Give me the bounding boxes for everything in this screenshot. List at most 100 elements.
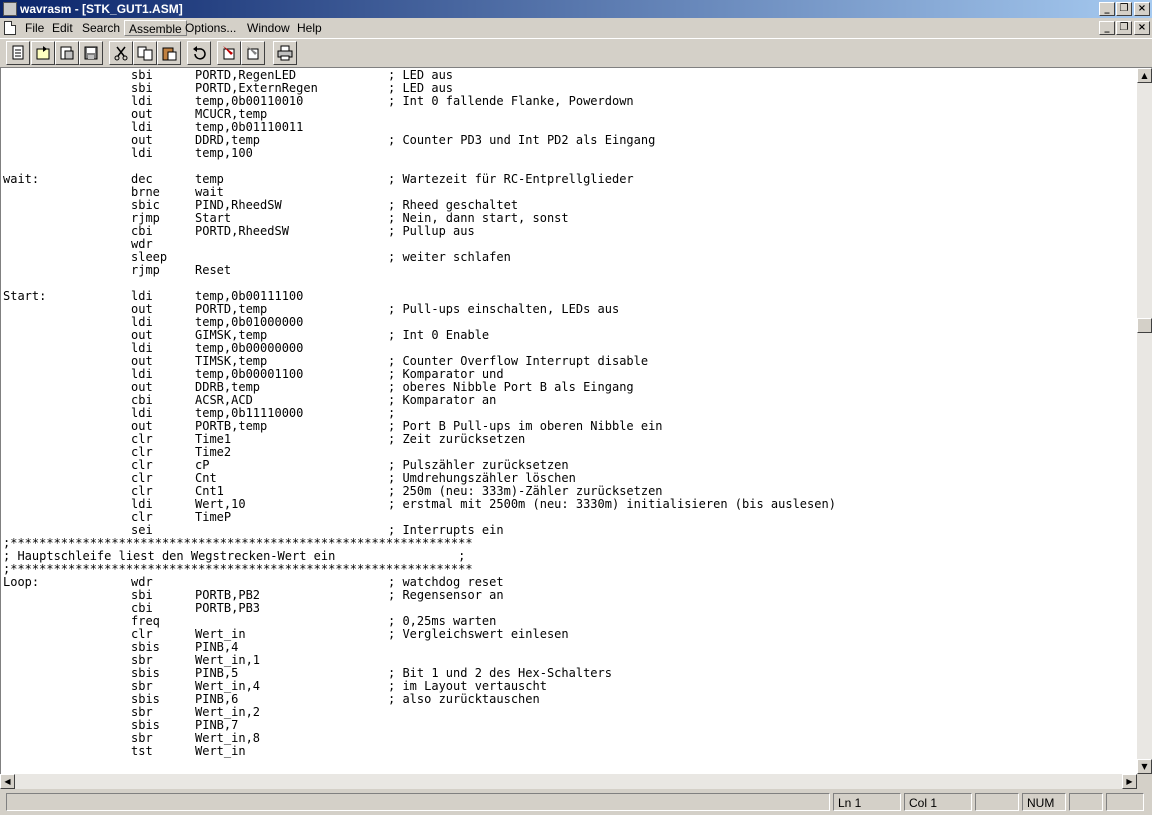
copy-icon — [137, 46, 153, 61]
menu-edit[interactable]: Edit — [48, 20, 77, 36]
menu-window[interactable]: Window — [243, 20, 294, 36]
scroll-down-button[interactable]: ▼ — [1137, 759, 1152, 774]
assemble-icon — [223, 46, 235, 60]
status-num: NUM — [1022, 793, 1066, 811]
code-editor[interactable]: sbi PORTD,RegenLED; LED aus sbi PORTD,Exter… — [0, 68, 1137, 774]
code-line[interactable]: tst Wert_in — [3, 745, 836, 758]
code-comment: ; Vergleichswert einlesen — [388, 627, 569, 641]
code-line[interactable]: sbr Wert_in,2 — [3, 706, 836, 719]
code-comment: ; Regensensor an — [388, 588, 504, 602]
title-bar[interactable]: wavrasm - [STK_GUT1.ASM] _ ❐ × — [0, 0, 1152, 18]
status-blank-pane — [975, 793, 1019, 811]
scroll-left-button[interactable]: ◀ — [0, 774, 15, 789]
code-label: Loop: — [3, 575, 40, 589]
code-operands: TimeP — [195, 510, 232, 524]
open-alt-button[interactable] — [55, 41, 79, 65]
code-comment: ; weiter schlafen — [388, 250, 511, 264]
minimize-button[interactable]: _ — [1099, 2, 1115, 16]
code-operands: Reset — [195, 263, 232, 277]
document-close-button[interactable]: × — [1134, 21, 1150, 35]
code-line[interactable]: rjmp Reset — [3, 264, 836, 277]
undo-button[interactable] — [187, 41, 211, 65]
code-line[interactable]: cbi PORTD,RheedSW; Pullup aus — [3, 225, 836, 238]
code-comment: ; Wartezeit für RC-Entprellglieder — [388, 172, 634, 186]
app-icon[interactable] — [3, 2, 17, 16]
code-mnemonic: rjmp — [131, 263, 160, 277]
code-line[interactable]: out GIMSK,temp; Int 0 Enable — [3, 329, 836, 342]
code-comment: ; Int 0 fallende Flanke, Powerdown — [388, 94, 634, 108]
code-line[interactable]: out DDRD,temp; Counter PD3 und Int PD2 al… — [3, 134, 836, 147]
document-system-menu-icon[interactable] — [4, 21, 16, 35]
scroll-right-button[interactable]: ▶ — [1122, 774, 1137, 789]
open-file-icon — [36, 46, 50, 60]
status-blank-pane-2 — [1069, 793, 1103, 811]
code-line[interactable]: sleep; weiter schlafen — [3, 251, 836, 264]
code-line[interactable]: wait: dec temp; Wartezeit für RC-Entprellg… — [3, 173, 836, 186]
code-operands: PORTB,PB3 — [195, 601, 261, 615]
code-operands: PORTD,RheedSW — [195, 224, 289, 238]
horizontal-scrollbar[interactable]: ◀ ▶ — [0, 774, 1137, 789]
scroll-up-button[interactable]: ▲ — [1137, 68, 1152, 83]
document-restore-button[interactable]: ❐ — [1116, 21, 1132, 35]
assemble-alt-icon — [247, 46, 259, 60]
save-button[interactable] — [79, 41, 103, 65]
menu-search[interactable]: Search — [78, 20, 124, 36]
code-operands: temp,100 — [195, 146, 253, 160]
assemble-alt-button[interactable] — [241, 41, 265, 65]
open-file-button[interactable] — [31, 41, 55, 65]
document-minimize-button[interactable]: _ — [1099, 21, 1115, 35]
status-bar: Ln 1 Col 1 NUM — [0, 789, 1152, 815]
code-comment: ; also zurücktauschen — [388, 692, 540, 706]
open-alt-icon — [60, 46, 74, 60]
status-line: Ln 1 — [833, 793, 901, 811]
cut-icon — [114, 46, 128, 61]
code-line[interactable] — [3, 277, 836, 290]
code-line[interactable]: sbis PINB,4 — [3, 641, 836, 654]
code-mnemonic: ldi — [131, 146, 153, 160]
paste-button[interactable] — [157, 41, 181, 65]
window-title: wavrasm - [STK_GUT1.ASM] — [20, 2, 183, 16]
print-button[interactable] — [273, 41, 297, 65]
code-operands: Time2 — [195, 445, 232, 459]
code-line[interactable]: cbi ACSR,ACD; Komparator an — [3, 394, 836, 407]
assemble-button[interactable] — [217, 41, 241, 65]
code-line[interactable]: out PORTD,temp; Pull-ups einschalten, LED… — [3, 303, 836, 316]
menu-assemble[interactable]: Assemble — [124, 20, 187, 36]
code-comment: ; Pullup aus — [388, 224, 475, 238]
close-button[interactable]: × — [1134, 2, 1150, 16]
print-icon — [277, 45, 293, 61]
code-label: wait: — [3, 172, 40, 186]
code-comment: ; Zeit zurücksetzen — [388, 432, 526, 446]
new-file-icon — [12, 45, 24, 60]
save-icon — [84, 46, 98, 60]
code-line[interactable]: ldi temp,100 — [3, 147, 836, 160]
vertical-scrollbar[interactable]: ▲ ▼ — [1137, 68, 1152, 774]
code-line[interactable]: out MCUCR,temp — [3, 108, 836, 121]
code-line[interactable]: clr Time1; Zeit zurücksetzen — [3, 433, 836, 446]
code-line[interactable]: sbi PORTB,PB2; Regensensor an — [3, 589, 836, 602]
paste-icon — [162, 47, 177, 61]
restore-button[interactable]: ❐ — [1116, 2, 1132, 16]
menu-help[interactable]: Help — [293, 20, 326, 36]
code-line[interactable]: sbis PINB,6; also zurücktauschen — [3, 693, 836, 706]
menu-file[interactable]: File — [21, 20, 48, 36]
copy-button[interactable] — [133, 41, 157, 65]
code-listing: sbi PORTD,RegenLED; LED aus sbi PORTD,Exter… — [3, 69, 836, 758]
code-line[interactable]: ldi Wert,10; erstmal mit 2500m (neu: 3330… — [3, 498, 836, 511]
code-comment: ; Int 0 Enable — [388, 328, 490, 342]
toolbar — [0, 38, 1152, 68]
code-line[interactable]: clr Wert_in; Vergleichswert einlesen — [3, 628, 836, 641]
menu-options[interactable]: Options... — [181, 20, 240, 36]
code-comment: ; Komparator an — [388, 393, 497, 407]
status-column: Col 1 — [904, 793, 972, 811]
code-line[interactable]: sbr Wert_in,8 — [3, 732, 836, 745]
cut-button[interactable] — [109, 41, 133, 65]
scrollbar-corner — [1137, 774, 1152, 789]
vertical-scroll-thumb[interactable] — [1137, 318, 1152, 333]
wavrasm-window: wavrasm - [STK_GUT1.ASM] _ ❐ × File Edit… — [0, 0, 1152, 815]
code-line[interactable]: sbis PINB,7 — [3, 719, 836, 732]
new-file-button[interactable] — [6, 41, 30, 65]
menu-bar: File Edit Search Assemble Options... Win… — [0, 18, 1152, 38]
code-line[interactable]: ldi temp,0b00110010; Int 0 fallende Flank… — [3, 95, 836, 108]
code-operands: Wert_in — [195, 744, 246, 758]
